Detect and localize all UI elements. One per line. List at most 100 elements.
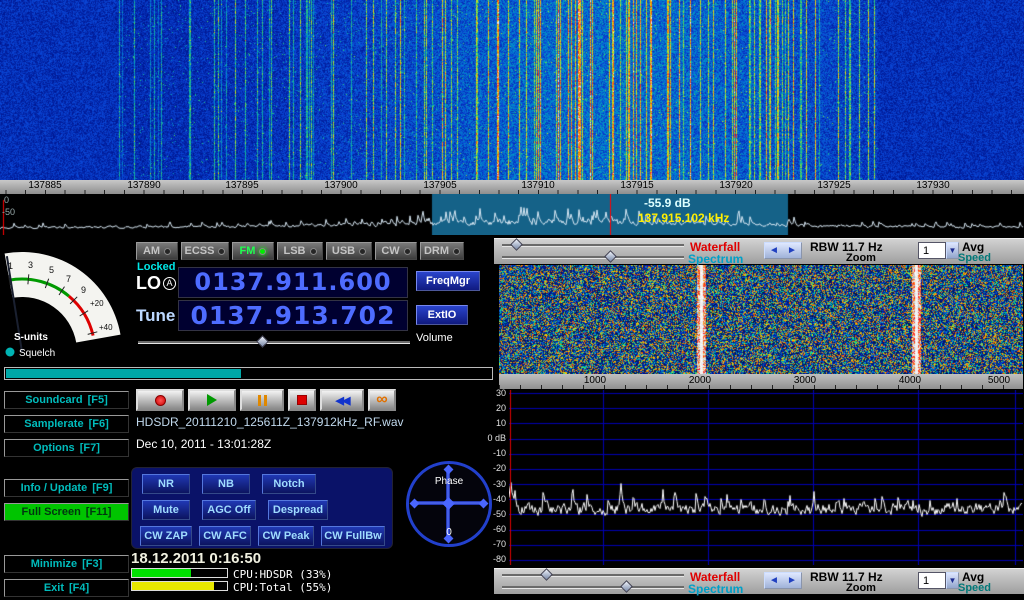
volume-track (138, 341, 410, 344)
slider-thumb[interactable] (510, 238, 523, 251)
db-axis-label: 20 (470, 403, 506, 413)
loop-icon: ∞ (376, 391, 387, 409)
mode-button-am[interactable]: AM (136, 242, 178, 260)
minor-ticks (499, 385, 1023, 389)
db-axis-label: 0 dB (470, 433, 506, 443)
slider-thumb[interactable] (620, 580, 633, 593)
spectrum-tab[interactable]: Spectrum (688, 582, 743, 596)
zoom-frequency-scale[interactable]: 1000 2000 3000 4000 5000 (499, 374, 1023, 389)
zoom-label: Zoom (846, 252, 876, 264)
pause-button[interactable] (240, 389, 284, 411)
play-button[interactable] (188, 389, 236, 411)
tune-label: Tune (136, 306, 175, 326)
nr-button[interactable]: NR (142, 474, 190, 494)
locked-label: Locked (137, 261, 176, 273)
loop-button[interactable]: ∞ (368, 389, 396, 411)
cpu-total-meter (131, 581, 228, 591)
rewind-button[interactable]: ◀◀ (320, 389, 364, 411)
cw-afc-button[interactable]: CW AFC (199, 526, 251, 546)
avg-select[interactable]: 1 (918, 242, 946, 259)
playback-position-slider[interactable] (4, 367, 493, 380)
brightness-slider[interactable] (502, 574, 684, 577)
record-button[interactable] (136, 389, 184, 411)
button-hotkey: [F9] (92, 482, 112, 494)
samplerate-button[interactable]: Samplerate[F6] (4, 415, 129, 433)
zoom-waterfall-display[interactable] (499, 265, 1023, 374)
tune-frequency-display[interactable]: 0137.913.702 (178, 300, 408, 331)
left-arrow-icon[interactable]: ◄ (769, 575, 779, 586)
options-button[interactable]: Options[F7] (4, 439, 129, 457)
slider-thumb[interactable] (604, 250, 617, 263)
mode-button-ecss[interactable]: ECSS (181, 242, 229, 260)
led-icon (359, 248, 366, 255)
mode-button-cw[interactable]: CW (375, 242, 417, 260)
mode-button-usb[interactable]: USB (326, 242, 372, 260)
main-waterfall-display[interactable] (0, 0, 1024, 180)
playback-controls: ◀◀ ∞ (136, 389, 396, 411)
mode-label: DRM (424, 245, 449, 257)
right-bottom-controls: Waterfall Spectrum ◄ ► RBW 11.7 Hz Zoom … (494, 568, 1024, 594)
cpu-total-label: CPU:Total (55%) (233, 581, 332, 594)
cw-peak-button[interactable]: CW Peak (258, 526, 314, 546)
overview-spectrum-display[interactable] (0, 194, 1024, 235)
cw-fullbw-button[interactable]: CW FullBw (321, 526, 385, 546)
mute-button[interactable]: Mute (142, 500, 190, 520)
dsp-row-3: CW ZAP CW AFC CW Peak CW FullBw (140, 526, 385, 546)
phase-indicator: Phase 0 (406, 461, 492, 547)
avg-select[interactable]: 1 (918, 572, 946, 589)
freqmgr-button[interactable]: FreqMgr (416, 271, 480, 291)
db-axis-label: -70 (470, 539, 506, 549)
info-update-button[interactable]: Info / Update[F9] (4, 479, 129, 497)
mode-button-lsb[interactable]: LSB (277, 242, 323, 260)
date-time-display: 18.12.2011 0:16:50 (131, 550, 261, 567)
fullscreen-button[interactable]: Full Screen[F11] (4, 503, 129, 521)
phase-center-diamond-icon (442, 497, 455, 510)
zoom-spectrum-display[interactable] (509, 390, 1023, 565)
dsp-row-2: Mute AGC Off Despread (142, 500, 328, 520)
right-arrow-icon[interactable]: ► (787, 575, 797, 586)
lo-frequency-display[interactable]: 0137.911.600 (178, 267, 408, 298)
right-arrow-icon[interactable]: ► (787, 245, 797, 256)
db-axis-label: -60 (470, 524, 506, 534)
left-arrow-icon[interactable]: ◄ (769, 245, 779, 256)
notch-button[interactable]: Notch (262, 474, 316, 494)
squelch-label: Squelch (19, 348, 55, 359)
despread-button[interactable]: Despread (268, 500, 328, 520)
extio-button[interactable]: ExtIO (416, 305, 468, 325)
playback-position-fill (6, 369, 241, 378)
mode-label: CW (381, 245, 399, 257)
led-icon (259, 248, 266, 255)
s-meter-tick-label: 5 (49, 265, 54, 275)
right-top-controls: Waterfall Spectrum ◄ ► RBW 11.7 Hz Zoom … (494, 238, 1024, 264)
mode-button-drm[interactable]: DRM (420, 242, 464, 260)
rewind-icon: ◀◀ (336, 394, 349, 407)
slider-thumb[interactable] (540, 568, 553, 581)
brightness-slider[interactable] (502, 244, 684, 247)
lo-auto-badge[interactable]: A (163, 277, 176, 290)
slider-thumb[interactable] (256, 335, 269, 348)
agc-off-button[interactable]: AGC Off (202, 500, 256, 520)
nb-button[interactable]: NB (202, 474, 250, 494)
db-axis-label: -20 (470, 463, 506, 473)
contrast-slider[interactable] (502, 256, 684, 259)
s-meter-tick-label: 3 (28, 260, 33, 270)
cw-zap-button[interactable]: CW ZAP (140, 526, 192, 546)
mode-button-fm[interactable]: FM (232, 242, 274, 260)
soundcard-button[interactable]: Soundcard[F5] (4, 391, 129, 409)
frequency-scale[interactable]: 137885 137890 137895 137900 137905 13791… (0, 180, 1024, 194)
exit-button[interactable]: Exit[F4] (4, 579, 129, 597)
stop-button[interactable] (288, 389, 316, 411)
speed-label: Speed (958, 582, 991, 594)
contrast-slider[interactable] (502, 586, 684, 589)
db-axis-label: -50 (2, 208, 15, 217)
squelch-knob[interactable] (6, 348, 15, 357)
volume-slider[interactable] (138, 336, 410, 349)
record-icon (155, 395, 166, 406)
button-label: Samplerate (24, 418, 83, 430)
spectrum-tab[interactable]: Spectrum (688, 252, 743, 266)
pause-icon (258, 395, 261, 406)
hdsdr-window: 137885 137890 137895 137900 137905 13791… (0, 0, 1024, 600)
minimize-button[interactable]: Minimize[F3] (4, 555, 129, 573)
file-name: HDSDR_20111210_125611Z_137912kHz_RF.wav (136, 415, 404, 429)
led-icon (164, 248, 171, 255)
